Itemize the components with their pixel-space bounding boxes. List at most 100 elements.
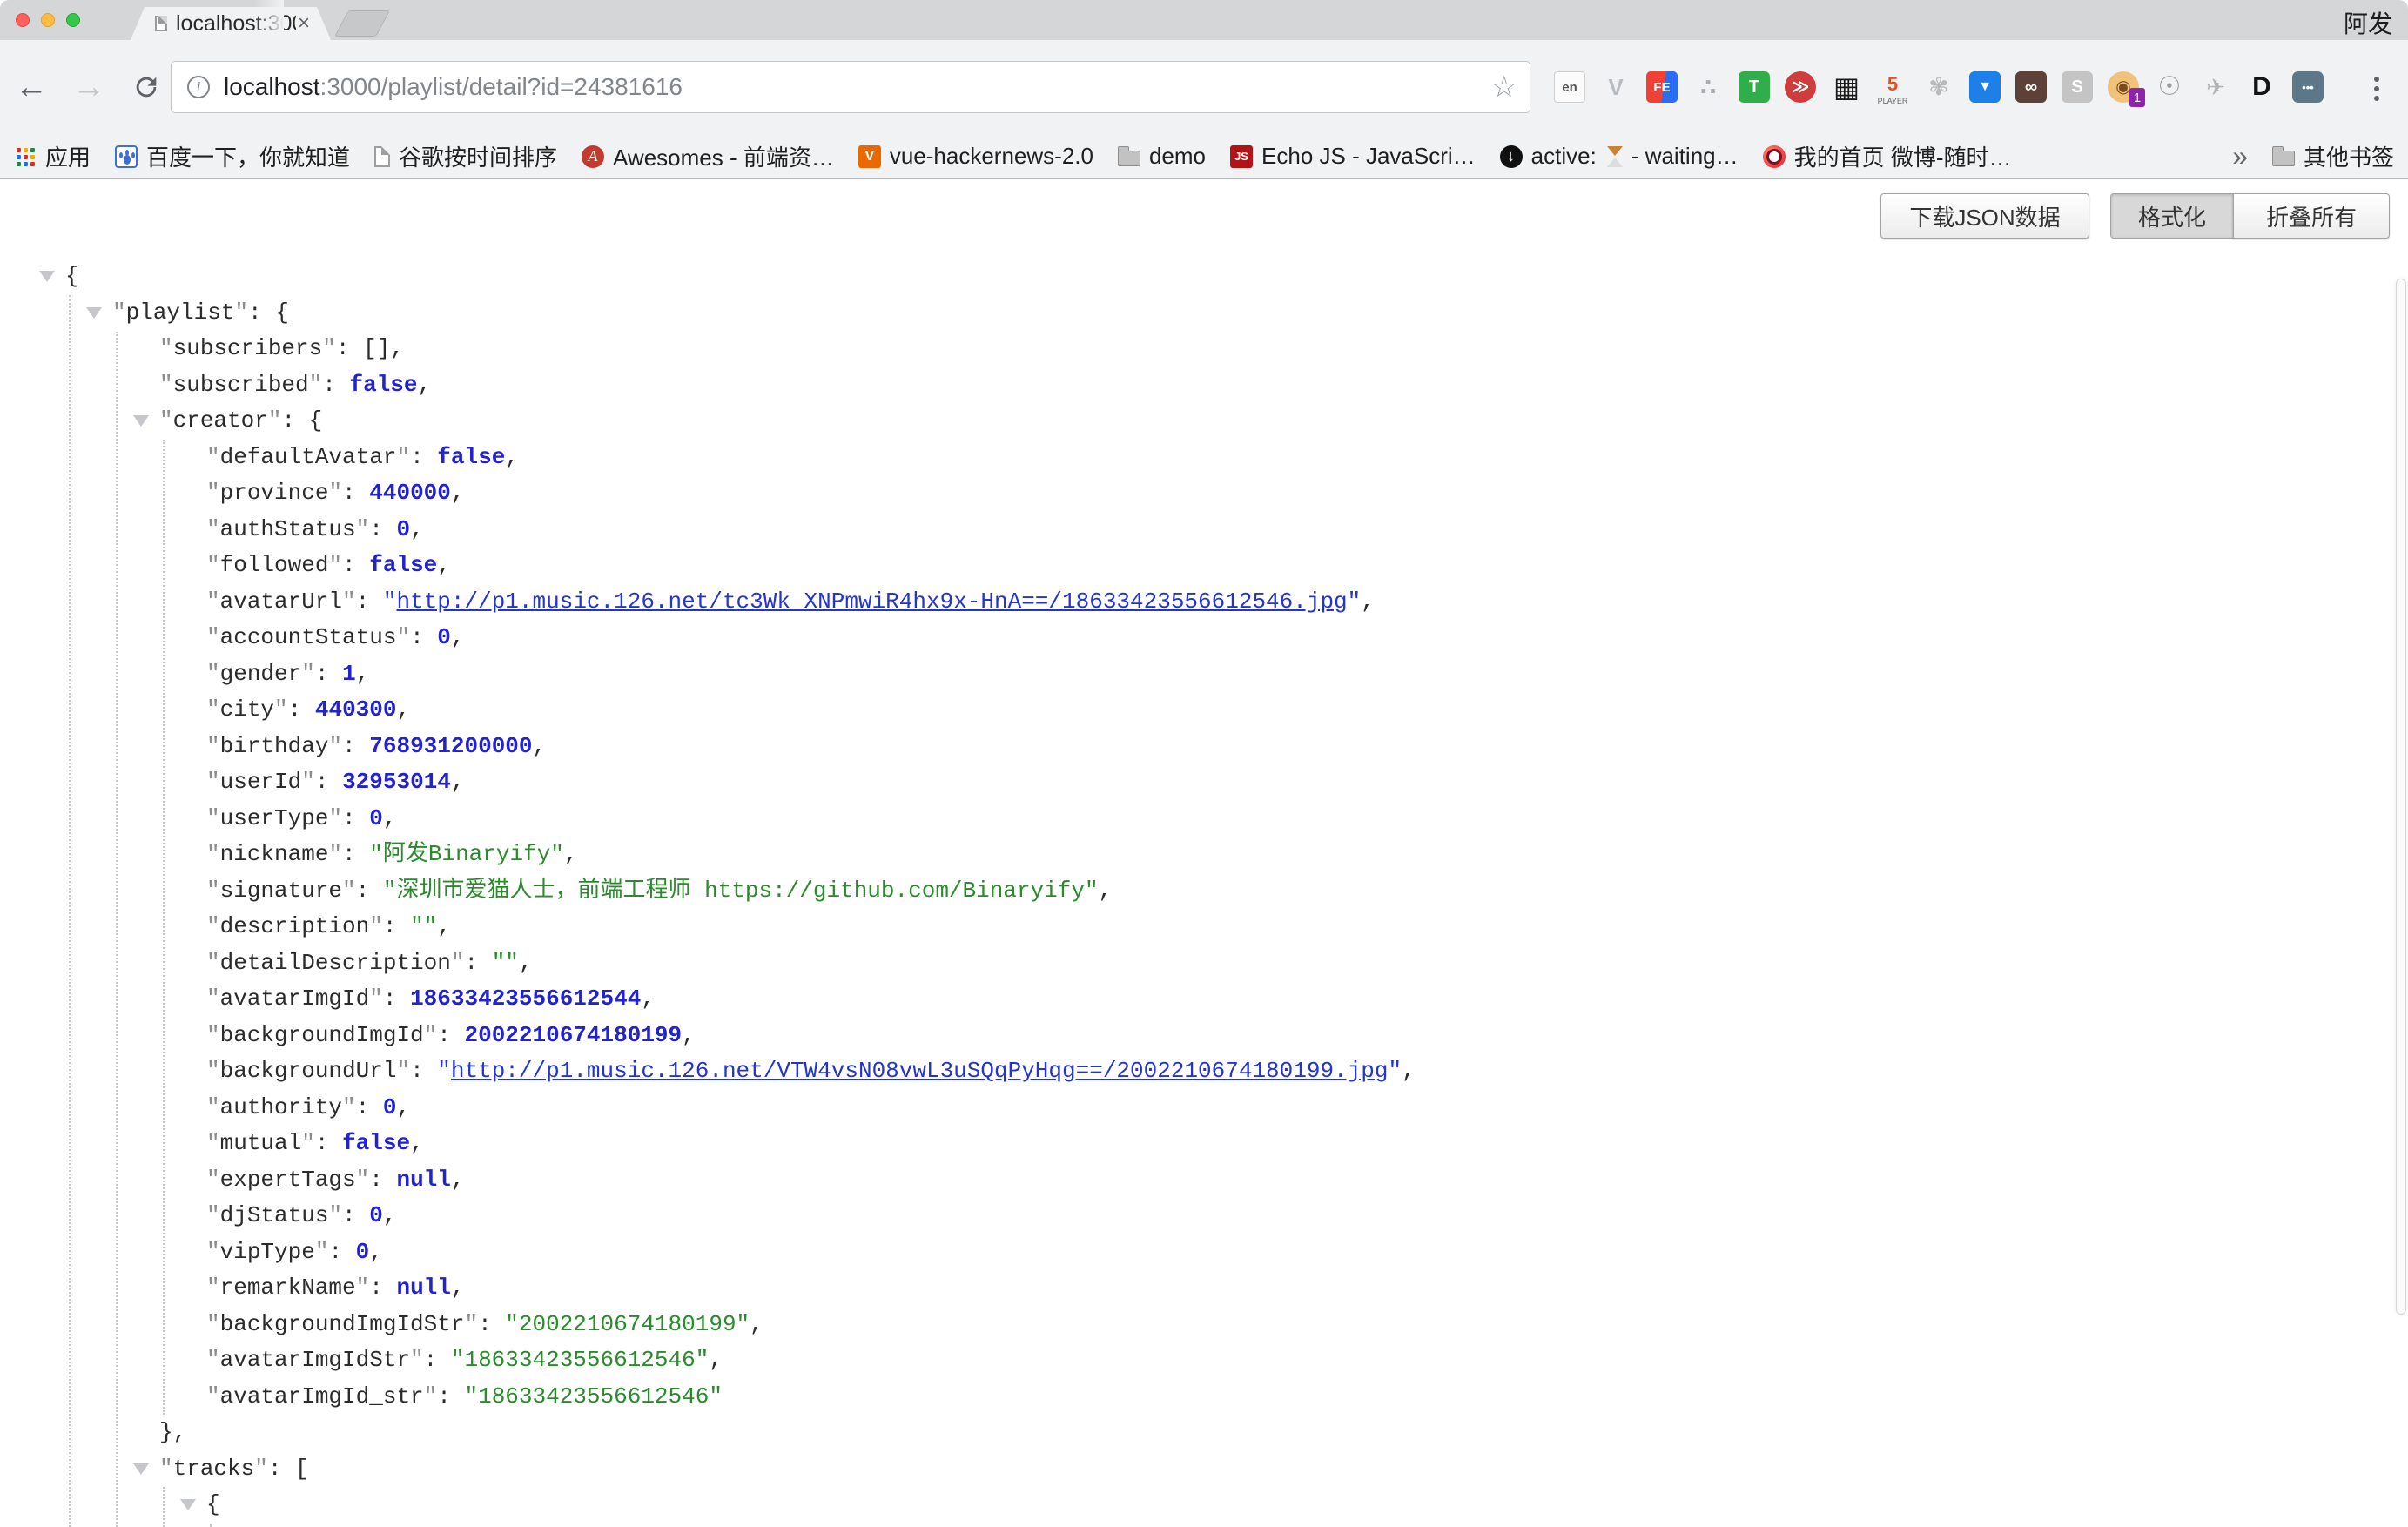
url-text[interactable]: localhost:3000/playlist/detail?id=243816…: [224, 73, 1491, 101]
back-button[interactable]: ←: [7, 40, 56, 134]
weibo-eye-icon[interactable]: ☉: [2151, 69, 2188, 105]
json-token: :: [342, 480, 369, 506]
vue-glyph: V: [1600, 71, 1631, 103]
collapse-toggle-icon[interactable]: [39, 271, 55, 282]
url-path: :3000/playlist/detail?id=24381616: [320, 73, 683, 100]
json-token: :: [464, 950, 491, 976]
qrcode-icon[interactable]: ▦: [1828, 69, 1865, 105]
v-shield-icon[interactable]: ▼: [1967, 69, 2003, 105]
format-button[interactable]: 格式化: [2110, 193, 2234, 239]
collapse-toggle-icon[interactable]: [133, 415, 149, 427]
more-tools-icon[interactable]: •••: [2290, 69, 2326, 105]
bookmark-apps[interactable]: 应用: [14, 140, 91, 172]
bookmark-star-icon[interactable]: ☆: [1491, 70, 1517, 104]
json-token: ,: [383, 1202, 397, 1228]
bookmark-weibo[interactable]: 我的首页 微博-随时…: [1763, 140, 2012, 172]
v-icon: [858, 145, 881, 168]
bookmark-vue-hackernews[interactable]: vue-hackernews-2.0: [858, 143, 1093, 170]
bird-icon[interactable]: ✈: [2197, 69, 2234, 105]
monkey-icon[interactable]: ◉1: [2105, 69, 2142, 105]
profile-name[interactable]: 阿发: [2344, 5, 2392, 40]
json-token: nickname: [206, 841, 342, 867]
json-token: :: [315, 1130, 342, 1156]
fast-forward-icon[interactable]: ≫: [1782, 69, 1819, 105]
bookmark-label: demo: [1149, 143, 1206, 170]
bookmark-baidu[interactable]: 百度一下，你就知道: [115, 140, 350, 172]
json-line: city: 440300,: [0, 692, 2385, 729]
collapse-toggle-icon[interactable]: [133, 1463, 149, 1475]
json-token: backgroundImgId: [206, 1022, 437, 1048]
weibo-icon: [1763, 145, 1786, 168]
mask-icon[interactable]: ∞: [2013, 69, 2049, 105]
bookmarks-overflow-chevron[interactable]: »: [2232, 140, 2248, 172]
browser-menu-icon[interactable]: [2359, 71, 2394, 106]
json-token: ,: [519, 950, 533, 976]
url-link[interactable]: http://p1.music.126.net/tc3Wk_XNPmwiR4hx…: [396, 589, 1347, 615]
json-line: playlist: {: [0, 295, 2385, 332]
window-close-button[interactable]: [16, 13, 30, 27]
json-token: 768931200000: [369, 733, 532, 759]
page-favicon-icon: [155, 16, 167, 31]
json-token: ": [437, 1058, 451, 1084]
json-line: tracks: [: [0, 1451, 2385, 1488]
json-token: :: [424, 1347, 451, 1373]
json-token: ,: [437, 552, 451, 578]
json-token: :: [437, 1022, 464, 1048]
tab-close-icon[interactable]: ×: [298, 13, 310, 34]
collapse-toggle-icon[interactable]: [180, 1499, 196, 1510]
json-line: userId: 32953014,: [0, 764, 2385, 801]
json-line: avatarImgIdStr: "18633423556612546",: [0, 1342, 2385, 1379]
bookmark-google-sorted[interactable]: 谷歌按时间排序: [374, 140, 557, 172]
collapse-all-button[interactable]: 折叠所有: [2233, 193, 2390, 239]
collapse-toggle-icon[interactable]: [86, 307, 102, 319]
paw-icon[interactable]: ✾: [1920, 69, 1957, 105]
json-line: followed: false,: [0, 548, 2385, 584]
json-token: ,: [641, 985, 655, 1012]
browser-tab[interactable]: localhost:3000/playlist/detail? ×: [131, 7, 331, 40]
json-token: ": [383, 589, 397, 615]
url-host: localhost: [224, 73, 320, 100]
vue-icon[interactable]: V: [1597, 69, 1634, 105]
fe-icon[interactable]: FE: [1644, 69, 1680, 105]
html5-player-icon[interactable]: 5PLAYER: [1874, 69, 1911, 105]
translate-icon[interactable]: en: [1551, 69, 1588, 105]
json-token: ": [1388, 1058, 1402, 1084]
url-bar[interactable]: i localhost:3000/playlist/detail?id=2438…: [171, 61, 1530, 113]
folder-icon: [1118, 151, 1140, 166]
bookmark-awesomes[interactable]: Awesomes - 前端资…: [582, 140, 834, 172]
bookmark-active-waiting[interactable]: active:- waiting…: [1500, 143, 1739, 170]
bookmark-demo[interactable]: demo: [1118, 143, 1206, 170]
window-zoom-button[interactable]: [66, 13, 80, 27]
json-token: signature: [206, 878, 356, 904]
json-token: ,: [505, 444, 519, 470]
sitemap-icon[interactable]: ∴: [1690, 69, 1726, 105]
tab-strip: localhost:3000/playlist/detail? × 阿发: [0, 0, 2408, 40]
json-token: backgroundUrl: [206, 1058, 410, 1084]
json-token: :: [383, 913, 410, 939]
url-link[interactable]: http://p1.music.126.net/VTW4vsN08vwL3uSQ…: [451, 1058, 1389, 1084]
indent-guide: [210, 1524, 212, 1527]
stylish-glyph: S: [2062, 71, 2093, 103]
json-token: :: [322, 372, 349, 398]
dark-mode-d-icon[interactable]: D: [2243, 69, 2280, 105]
stylish-icon[interactable]: S: [2059, 69, 2095, 105]
vertical-scrollbar[interactable]: [2396, 279, 2406, 1315]
json-line: backgroundUrl: "http://p1.music.126.net/…: [0, 1053, 2385, 1090]
download-json-button[interactable]: 下载JSON数据: [1880, 193, 2089, 239]
reload-button[interactable]: [122, 40, 171, 134]
bookmark-label: 谷歌按时间排序: [399, 140, 557, 172]
new-tab-button[interactable]: [334, 10, 390, 37]
page-content: 下载JSON数据 格式化 折叠所有 {playlist: {subscriber…: [0, 180, 2408, 1527]
other-bookmarks-folder[interactable]: 其他书签: [2272, 140, 2394, 172]
json-token: ,: [533, 733, 547, 759]
window-minimize-button[interactable]: [41, 13, 55, 27]
page-info-icon[interactable]: i: [187, 76, 210, 98]
json-line: remarkName: null,: [0, 1270, 2385, 1307]
json-token: avatarImgIdStr: [206, 1347, 424, 1373]
bookmark-label: Echo JS - JavaScri…: [1261, 143, 1476, 170]
bookmark-echo-js[interactable]: Echo JS - JavaScri…: [1230, 143, 1476, 170]
reload-icon: [131, 72, 161, 102]
fast-forward-glyph: ≫: [1785, 71, 1816, 103]
json-token: ,: [417, 372, 431, 398]
tampermonkey-icon[interactable]: T: [1736, 69, 1772, 105]
